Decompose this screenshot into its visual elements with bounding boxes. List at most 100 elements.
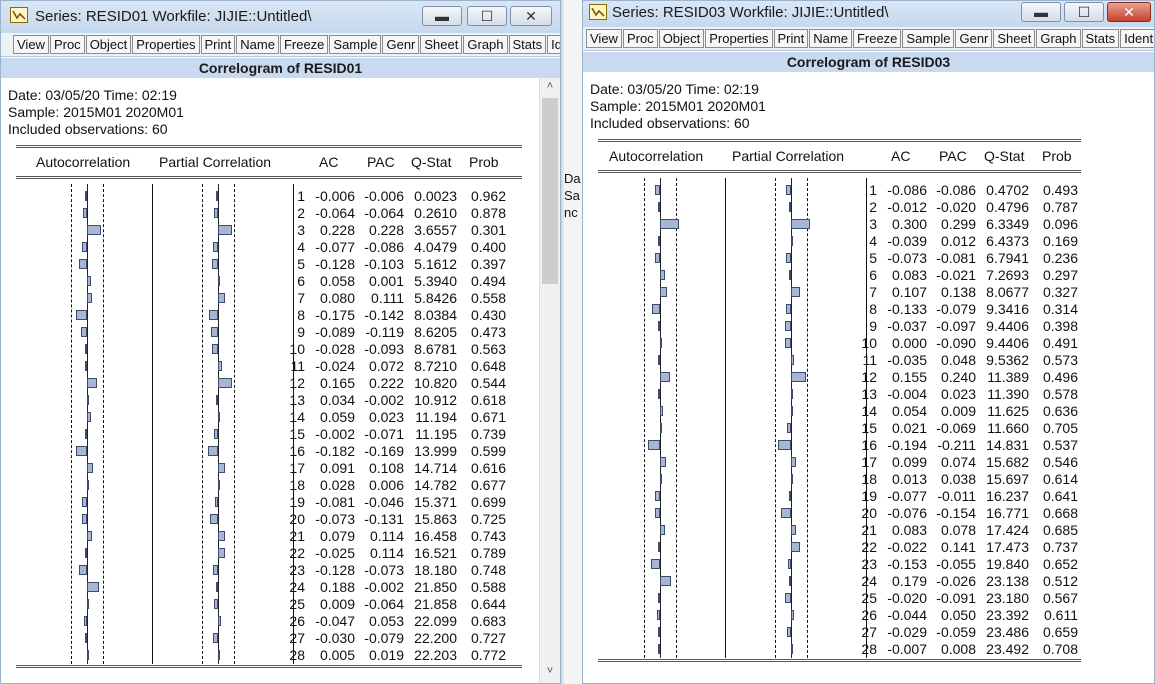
info-sample-line: Sample: 2015M01 2020M01 (590, 98, 766, 114)
title-bar[interactable]: Series: RESID01 Workfile: JIJIE::Untitle… (1, 1, 560, 33)
toolbar-button-properties[interactable]: Properties (705, 29, 773, 48)
correlogram-row: 5 -0.073 -0.081 6.7941 0.236 (583, 249, 1154, 266)
lag-number: 5 (869, 250, 877, 266)
minimize-button[interactable]: ▬ (422, 6, 462, 26)
toolbar-button-properties[interactable]: Properties (132, 35, 200, 54)
q-stat-value: 6.4373 (986, 233, 1029, 249)
correlogram-row: 21 0.083 0.078 17.424 0.685 (583, 521, 1154, 538)
close-icon: ✕ (1123, 3, 1135, 20)
autocorrelation-bar (657, 236, 660, 246)
correlogram-row: 16 -0.194 -0.211 14.831 0.537 (583, 436, 1154, 453)
q-stat-value: 11.389 (987, 369, 1029, 385)
close-icon: ✕ (525, 7, 537, 24)
lag-number: 19 (861, 488, 877, 504)
pac-value: 0.141 (940, 539, 976, 555)
autocorrelation-bar (660, 372, 670, 382)
toolbar-button-sample[interactable]: Sample (329, 35, 382, 54)
window-title: Series: RESID03 Workfile: JIJIE::Untitle… (612, 4, 889, 21)
toolbar-button-sheet[interactable]: Sheet (993, 29, 1036, 48)
q-stat-value: 6.7941 (986, 250, 1029, 266)
q-stat-value: 14.714 (414, 460, 457, 476)
prob-value: 0.588 (470, 579, 506, 595)
q-stat-value: 5.3940 (414, 273, 457, 289)
toolbar: View Proc Object Properties Print Name Freeze S… (583, 27, 1154, 51)
correlogram-row: 23 -0.128 -0.073 18.180 0.748 (1, 561, 541, 578)
pac-value: -0.055 (936, 556, 976, 572)
toolbar-button-graph[interactable]: Graph (1036, 29, 1081, 48)
pac-value: -0.026 (936, 573, 976, 589)
lag-number: 8 (297, 307, 305, 323)
partial-correlation-bar (787, 559, 791, 569)
prob-value: 0.512 (1042, 573, 1078, 589)
toolbar-button-ident[interactable]: Ident (1120, 29, 1154, 48)
q-stat-value: 11.195 (415, 426, 457, 442)
toolbar-button-name[interactable]: Name (809, 29, 852, 48)
correlogram-window-resid01: Series: RESID01 Workfile: JIJIE::Untitle… (0, 0, 561, 684)
toolbar-button-print[interactable]: Print (200, 35, 236, 54)
toolbar-button-stats[interactable]: Stats (1081, 29, 1120, 48)
toolbar-button-view[interactable]: View (586, 29, 622, 48)
correlogram-row: 2 -0.064 -0.064 0.2610 0.878 (1, 204, 541, 221)
toolbar-button-sample[interactable]: Sample (902, 29, 955, 48)
toolbar-button-name[interactable]: Name (236, 35, 279, 54)
scroll-down-arrow[interactable]: ˅ (540, 665, 560, 681)
pac-value: -0.169 (364, 443, 404, 459)
correlogram-row: 2 -0.012 -0.020 0.4796 0.787 (583, 198, 1154, 215)
ac-value: 0.083 (891, 267, 927, 283)
toolbar-button-stats[interactable]: Stats (508, 35, 547, 54)
autocorrelation-bar (87, 650, 89, 660)
ac-value: -0.007 (887, 641, 927, 657)
minimize-button[interactable]: ▬ (1021, 2, 1061, 22)
column-header-partial-correlation: Partial Correlation (732, 148, 845, 164)
pac-value: 0.299 (940, 216, 976, 232)
toolbar-button-object[interactable]: Object (85, 35, 132, 54)
toolbar-button-print[interactable]: Print (773, 29, 809, 48)
partial-correlation-bar (785, 338, 791, 348)
lag-number: 20 (289, 511, 305, 527)
prob-value: 0.236 (1042, 250, 1078, 266)
ac-value: -0.047 (315, 613, 355, 629)
ac-value: -0.128 (315, 562, 355, 578)
toolbar-button-object[interactable]: Object (658, 29, 705, 48)
ac-value: 0.165 (319, 375, 355, 391)
pac-value: 0.240 (940, 369, 976, 385)
partial-correlation-bar (791, 457, 796, 467)
toolbar-button-proc[interactable]: Proc (622, 29, 658, 48)
toolbar-button-freeze[interactable]: Freeze (852, 29, 902, 48)
minimize-icon: ▬ (1034, 4, 1048, 20)
ac-value: -0.086 (887, 182, 927, 198)
q-stat-value: 8.0677 (986, 284, 1029, 300)
maximize-button[interactable]: ☐ (467, 6, 507, 26)
ac-value: 0.013 (891, 471, 927, 487)
vertical-scrollbar[interactable]: ˄ ˅ (539, 78, 560, 683)
q-stat-value: 9.4406 (986, 318, 1029, 334)
divider-line (16, 176, 522, 177)
prob-value: 0.169 (1042, 233, 1078, 249)
toolbar-button-proc[interactable]: Proc (49, 35, 85, 54)
autocorrelation-bar (660, 423, 662, 433)
ac-value: -0.073 (315, 511, 355, 527)
toolbar-button-iden[interactable]: Iden (547, 35, 560, 54)
lag-number: 28 (289, 647, 305, 663)
toolbar-button-sheet[interactable]: Sheet (420, 35, 463, 54)
scroll-thumb[interactable] (542, 98, 558, 284)
toolbar-button-genr[interactable]: Genr (955, 29, 993, 48)
lag-number: 25 (289, 596, 305, 612)
close-button[interactable]: ✕ (510, 6, 552, 26)
toolbar-button-freeze[interactable]: Freeze (279, 35, 329, 54)
toolbar-button-view[interactable]: View (13, 35, 49, 54)
autocorrelation-bar (647, 440, 660, 450)
toolbar-button-graph[interactable]: Graph (463, 35, 508, 54)
partial-correlation-bar (218, 276, 220, 286)
autocorrelation-bar (87, 276, 91, 286)
toolbar-button-genr[interactable]: Genr (382, 35, 420, 54)
partial-correlation-bar (791, 287, 800, 297)
title-bar[interactable]: Series: RESID03 Workfile: JIJIE::Untitle… (583, 1, 1154, 27)
close-button[interactable]: ✕ (1107, 2, 1151, 22)
prob-value: 0.096 (1042, 216, 1078, 232)
scroll-up-arrow[interactable]: ˄ (540, 80, 560, 96)
autocorrelation-bar (81, 497, 87, 507)
maximize-button[interactable]: ☐ (1064, 2, 1104, 22)
lag-number: 17 (289, 460, 305, 476)
ac-value: -0.025 (315, 545, 355, 561)
